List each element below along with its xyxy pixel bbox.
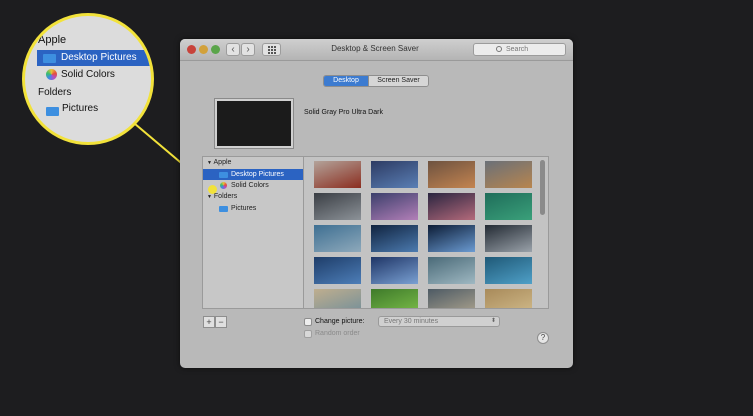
wallpaper-thumbnail[interactable] [485,193,532,220]
wallpaper-thumbnail[interactable] [371,225,418,252]
tab-segmented-control: Desktop Screen Saver [323,75,429,87]
scrollbar-thumb[interactable] [540,160,545,215]
wallpaper-thumbnail[interactable] [485,225,532,252]
interval-value: Every 30 minutes [384,318,439,325]
back-button[interactable]: ‹ [226,43,240,56]
show-all-grid-button[interactable] [262,43,281,56]
source-item-pictures[interactable]: Pictures [203,203,303,214]
wallpaper-thumbnail[interactable] [314,193,361,220]
wallpaper-thumbnail[interactable] [428,225,475,252]
desktop-preview [215,99,293,148]
zoom-button[interactable] [211,45,220,54]
wallpaper-thumbnail[interactable] [314,289,361,308]
wallpaper-thumbnail[interactable] [371,257,418,284]
source-item-desktop-pictures-label: Desktop Pictures [231,171,284,178]
preferences-window: ‹ › Desktop & Screen Saver Search Deskto… [180,39,573,368]
wallpaper-thumbnail[interactable] [371,289,418,308]
source-item-solid-colors-label: Solid Colors [231,182,269,189]
source-header-apple-label: Apple [213,159,232,166]
wallpaper-thumbnail[interactable] [314,257,361,284]
source-header-folders[interactable]: ▼ Folders [207,193,237,200]
callout-desktop-pictures-row: Desktop Pictures [37,50,151,66]
disclosure-triangle-icon[interactable]: ▼ [207,194,212,200]
magnified-callout: Apple Desktop Pictures Solid Colors Fold… [22,13,154,145]
wallpaper-thumbnail[interactable] [485,161,532,188]
source-header-folders-label: Folders [213,193,238,200]
callout-folders-label: Folders [38,87,72,98]
folder-icon [43,54,56,63]
callout-solid-colors-label: Solid Colors [61,69,115,80]
callout-pointer-dot [208,185,217,194]
wallpaper-thumbnail[interactable] [371,161,418,188]
wallpaper-thumbnail[interactable] [428,161,475,188]
wallpaper-thumbnail[interactable] [428,289,475,308]
folder-icon [219,172,228,178]
source-item-desktop-pictures[interactable]: Desktop Pictures [203,169,303,180]
search-field[interactable]: Search [473,43,566,56]
change-picture-checkbox[interactable] [304,318,312,326]
preview-name: Solid Gray Pro Ultra Dark [304,109,383,116]
interval-popup[interactable]: Every 30 minutes ⬍ [378,316,500,327]
source-item-pictures-label: Pictures [231,205,257,212]
source-header-apple[interactable]: ▼ Apple [207,159,231,166]
search-placeholder: Search [506,46,529,53]
wallpaper-thumbnail[interactable] [314,161,361,188]
popup-arrows-icon: ⬍ [490,318,496,324]
folder-icon [46,107,59,116]
close-button[interactable] [187,45,196,54]
color-wheel-icon [220,182,227,189]
change-picture-label: Change picture: [315,318,365,325]
wallpaper-thumbnail[interactable] [371,193,418,220]
remove-folder-button[interactable]: − [215,316,227,328]
source-item-solid-colors[interactable]: Solid Colors [203,180,303,191]
wallpaper-thumbnail[interactable] [485,289,532,308]
minimize-button[interactable] [199,45,208,54]
window-title: Desktop & Screen Saver [331,44,419,53]
callout-desktop-pictures-label: Desktop Pictures [61,52,137,63]
disclosure-triangle-icon[interactable]: ▼ [207,160,212,166]
tab-desktop[interactable]: Desktop [324,76,368,86]
source-list: ▼ Apple Desktop Pictures Solid Colors ▼ … [202,156,304,309]
random-order-checkbox[interactable] [304,330,312,338]
search-icon [496,46,502,52]
folder-icon [219,206,228,212]
title-bar: ‹ › Desktop & Screen Saver Search [180,39,573,61]
help-button[interactable]: ? [537,332,549,344]
wallpaper-thumbnail[interactable] [314,225,361,252]
wallpaper-thumbnail[interactable] [428,193,475,220]
callout-pictures-label: Pictures [62,103,99,114]
color-wheel-icon [46,69,57,80]
callout-apple-label: Apple [38,34,67,46]
wallpaper-grid [304,156,549,309]
wallpaper-thumbnail[interactable] [428,257,475,284]
add-folder-button[interactable]: + [203,316,215,328]
random-order-label: Random order [315,330,360,337]
tab-screen-saver[interactable]: Screen Saver [368,76,428,86]
wallpaper-thumbnail[interactable] [485,257,532,284]
forward-button[interactable]: › [241,43,255,56]
